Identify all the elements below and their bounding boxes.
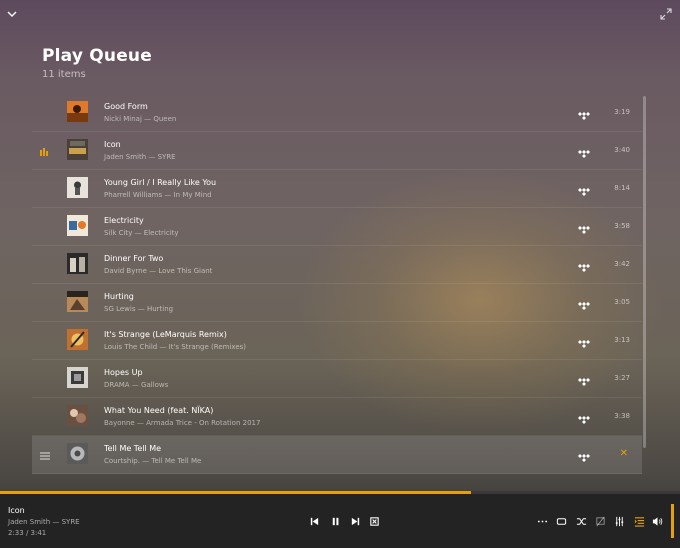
stop-icon[interactable] — [367, 514, 381, 528]
album-art — [67, 215, 88, 236]
album-art — [67, 291, 88, 312]
queue-row[interactable]: Dinner For Two David Byrne — Love This G… — [32, 246, 642, 284]
album-art — [67, 443, 88, 464]
now-playing-artist[interactable]: Jaden Smith — SYRE — [8, 518, 80, 526]
track-subtitle: Pharrell Williams — In My Mind — [104, 191, 212, 199]
track-title: Hurting — [104, 292, 134, 301]
shuffle-icon[interactable] — [574, 514, 588, 528]
track-subtitle: Bayonne — Armada Trice - On Rotation 201… — [104, 419, 261, 427]
track-subtitle: SG Lewis — Hurting — [104, 305, 174, 313]
tidal-icon — [578, 449, 590, 462]
track-duration: 3:19 — [614, 108, 630, 116]
previous-icon[interactable] — [307, 514, 321, 528]
tidal-icon — [578, 183, 590, 196]
track-duration: 3:58 — [614, 222, 630, 230]
track-subtitle: Louis The Child — It's Strange (Remixes) — [104, 343, 246, 351]
album-art — [67, 405, 88, 426]
close-icon[interactable]: ✕ — [620, 448, 628, 459]
repeat-icon[interactable] — [554, 514, 568, 528]
queue-row[interactable]: Hurting SG Lewis — Hurting 3:05 — [32, 284, 642, 322]
pause-icon[interactable] — [328, 514, 342, 528]
track-duration: 8:14 — [614, 184, 630, 192]
track-duration: 3:13 — [614, 336, 630, 344]
track-title: Icon — [104, 140, 121, 149]
volume-icon[interactable] — [650, 514, 664, 528]
tidal-icon — [578, 107, 590, 120]
volume-slider[interactable] — [671, 504, 674, 538]
queue-row[interactable]: Young Girl / I Really Like You Pharrell … — [32, 170, 642, 208]
now-playing-time: 2:33 / 3:41 — [8, 529, 47, 537]
queue-icon[interactable] — [632, 514, 646, 528]
play-queue-list: Good Form Nicki Minaj — Queen 3:19 Icon … — [32, 94, 642, 476]
chevron-down-icon[interactable] — [4, 6, 20, 22]
album-art — [67, 329, 88, 350]
track-title: What You Need (feat. NÏKA) — [104, 406, 214, 415]
queue-row[interactable]: Tell Me Tell Me Courtship. — Tell Me Tel… — [32, 436, 642, 474]
queue-row[interactable]: Electricity Silk City — Electricity 3:58 — [32, 208, 642, 246]
tidal-icon — [578, 297, 590, 310]
queue-row[interactable]: What You Need (feat. NÏKA) Bayonne — Arm… — [32, 398, 642, 436]
track-duration: 3:42 — [614, 260, 630, 268]
track-duration: 3:38 — [614, 412, 630, 420]
queue-scrollbar[interactable] — [643, 96, 646, 448]
tidal-icon — [578, 373, 590, 386]
more-icon[interactable] — [535, 514, 549, 528]
track-duration: 3:40 — [614, 146, 630, 154]
tidal-icon — [578, 411, 590, 424]
tidal-icon — [578, 145, 590, 158]
equalizer-icon[interactable] — [612, 514, 626, 528]
track-title: Hopes Up — [104, 368, 143, 377]
next-icon[interactable] — [348, 514, 362, 528]
now-playing-title[interactable]: Icon — [8, 506, 25, 515]
track-title: It's Strange (LeMarquis Remix) — [104, 330, 227, 339]
page-title: Play Queue — [42, 46, 152, 66]
track-title: Good Form — [104, 102, 148, 111]
queue-row[interactable]: Icon Jaden Smith — SYRE 3:40 — [32, 132, 642, 170]
cast-icon[interactable] — [593, 514, 607, 528]
player-bar: Icon Jaden Smith — SYRE 2:33 / 3:41 — [0, 494, 680, 548]
track-title: Dinner For Two — [104, 254, 164, 263]
album-art — [67, 139, 88, 160]
album-art — [67, 367, 88, 388]
album-art — [67, 177, 88, 198]
track-duration: 3:27 — [614, 374, 630, 382]
expand-icon[interactable] — [658, 6, 674, 22]
queue-row[interactable]: It's Strange (LeMarquis Remix) Louis The… — [32, 322, 642, 360]
tidal-icon — [578, 335, 590, 348]
track-title: Tell Me Tell Me — [104, 444, 162, 453]
album-art — [67, 253, 88, 274]
track-subtitle: Courtship. — Tell Me Tell Me — [104, 457, 202, 465]
queue-row[interactable]: Good Form Nicki Minaj — Queen 3:19 — [32, 94, 642, 132]
tidal-icon — [578, 259, 590, 272]
track-subtitle: David Byrne — Love This Giant — [104, 267, 213, 275]
track-title: Young Girl / I Really Like You — [104, 178, 217, 187]
album-art — [67, 101, 88, 122]
track-subtitle: Silk City — Electricity — [104, 229, 179, 237]
item-count: 11 items — [42, 69, 86, 80]
now-playing-icon — [38, 144, 52, 158]
drag-handle-icon[interactable] — [38, 448, 52, 462]
tidal-icon — [578, 221, 590, 234]
track-title: Electricity — [104, 216, 144, 225]
queue-row[interactable]: Hopes Up DRAMA — Gallows 3:27 — [32, 360, 642, 398]
track-subtitle: Nicki Minaj — Queen — [104, 115, 177, 123]
track-duration: 3:05 — [614, 298, 630, 306]
track-subtitle: DRAMA — Gallows — [104, 381, 169, 389]
track-subtitle: Jaden Smith — SYRE — [104, 153, 176, 161]
